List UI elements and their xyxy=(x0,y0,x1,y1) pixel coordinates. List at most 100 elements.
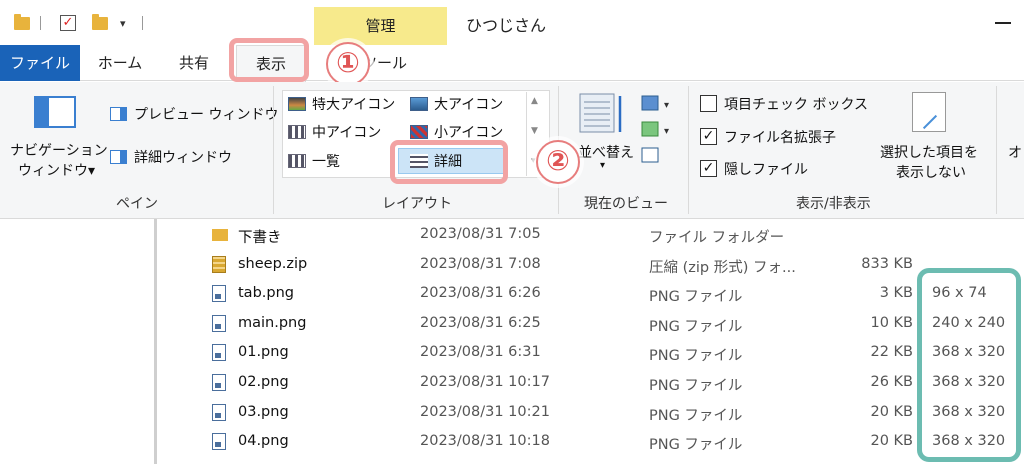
file-date: 2023/08/31 6:31 xyxy=(420,344,541,361)
context-tab-manage[interactable]: 管理 xyxy=(314,7,447,45)
tab-file[interactable]: ファイル xyxy=(0,45,80,81)
extra-large-icons-icon xyxy=(288,97,306,111)
group-label-show-hide: 表示/非表示 xyxy=(796,196,871,212)
group-label-pane: ペイン xyxy=(116,196,158,212)
hidden-items-checkbox[interactable]: ✓ xyxy=(700,160,717,177)
file-row[interactable]: 下書き 2023/08/31 7:05 ファイル フォルダー xyxy=(160,220,1024,250)
file-size: 22 KB xyxy=(870,344,913,361)
sort-by-icon[interactable] xyxy=(578,92,626,136)
group-divider xyxy=(688,86,689,214)
file-row[interactable]: 03.png 2023/08/31 10:21 PNG ファイル 20 KB 368 x… xyxy=(160,398,1024,428)
file-row[interactable]: tab.png 2023/08/31 6:26 PNG ファイル 3 KB 96 x 7… xyxy=(160,279,1024,309)
file-type: PNG ファイル xyxy=(649,289,743,306)
list-label: 一覧 xyxy=(312,154,340,170)
scroll-down-icon[interactable]: ▼ xyxy=(531,126,538,136)
file-date: 2023/08/31 6:26 xyxy=(420,285,541,302)
layout-small-icons[interactable]: 小アイコン xyxy=(410,122,503,142)
layout-large-icons[interactable]: 大アイコン xyxy=(410,94,503,114)
item-checkboxes-checkbox[interactable] xyxy=(700,95,717,112)
view-options-icons: ▾ ▾ xyxy=(641,95,669,163)
file-extensions-checkbox[interactable]: ✓ xyxy=(700,128,717,145)
details-pane-icon xyxy=(110,150,127,164)
small-icons-label: 小アイコン xyxy=(434,125,504,141)
layout-extra-large-icons[interactable]: 特大アイコン xyxy=(288,94,395,114)
large-icons-icon xyxy=(410,97,428,111)
file-size: 833 KB xyxy=(861,255,913,272)
svg-text:▾: ▾ xyxy=(664,126,669,137)
tab-share[interactable]: 共有 xyxy=(164,45,224,81)
add-columns-icon[interactable] xyxy=(641,121,659,137)
file-type: PNG ファイル xyxy=(649,318,743,335)
file-size: 26 KB xyxy=(870,374,913,390)
properties-check-icon[interactable]: ✓ xyxy=(60,12,76,34)
file-name: 01.png xyxy=(238,344,289,361)
group-by-icon[interactable] xyxy=(641,95,659,111)
details-pane-button[interactable]: 詳細ウィンドウ xyxy=(134,147,232,167)
size-columns-icon[interactable] xyxy=(641,147,659,163)
sort-dropdown-icon[interactable]: ▾ xyxy=(600,160,605,171)
file-row[interactable]: 02.png 2023/08/31 10:17 PNG ファイル 26 KB 368 x… xyxy=(160,368,1024,398)
file-date: 2023/08/31 10:18 xyxy=(420,433,550,450)
file-name: tab.png xyxy=(238,285,294,302)
separator xyxy=(40,12,41,34)
navigation-pane-edge[interactable] xyxy=(154,219,157,464)
small-icons-icon xyxy=(410,125,428,139)
hide-selected-label-1[interactable]: 選択した項目を xyxy=(880,142,978,162)
hide-selected-items-icon[interactable] xyxy=(912,92,946,132)
separator xyxy=(142,12,143,34)
file-row[interactable]: sheep.zip 2023/08/31 7:08 圧縮 (zip 形式) フォ..… xyxy=(160,250,1024,280)
extra-large-icons-label: 特大アイコン xyxy=(312,97,396,113)
item-checkboxes-label: 項目チェック ボックス xyxy=(724,97,869,113)
navigation-pane-label-2[interactable]: ウィンドウ▾ xyxy=(18,160,95,180)
png-icon xyxy=(212,285,226,303)
file-row[interactable]: main.png 2023/08/31 6:25 PNG ファイル 10 KB 240 … xyxy=(160,309,1024,339)
step1-badge: ① xyxy=(326,42,370,86)
file-row[interactable]: 01.png 2023/08/31 6:31 PNG ファイル 22 KB 368 x … xyxy=(160,338,1024,368)
file-type: PNG ファイル xyxy=(649,437,743,454)
ribbon-tabs: ファイル ホーム 共有 表示 ツール xyxy=(0,45,1024,82)
file-date: 2023/08/31 10:21 xyxy=(420,403,550,420)
png-icon xyxy=(212,344,226,362)
sort-by-button[interactable]: 並べ替え xyxy=(578,142,634,162)
file-date: 2023/08/31 7:08 xyxy=(420,255,541,272)
ribbon: ナビゲーション ウィンドウ▾ プレビュー ウィンドウ 詳細ウィンドウ ペイン 特… xyxy=(0,82,1024,219)
layout-list[interactable]: 一覧 xyxy=(288,151,340,171)
file-type: ファイル フォルダー xyxy=(649,230,785,246)
new-folder-icon[interactable] xyxy=(92,12,108,34)
file-name: 02.png xyxy=(238,374,289,390)
large-icons-label: 大アイコン xyxy=(434,97,504,113)
file-name: 03.png xyxy=(238,403,289,420)
layout-medium-icons[interactable]: 中アイコン xyxy=(288,122,381,142)
step2-badge: ② xyxy=(536,140,580,184)
navigation-pane-label-1[interactable]: ナビゲーション xyxy=(10,140,108,160)
customize-toolbar-dropdown-icon[interactable]: ▾ xyxy=(120,12,126,34)
folder-icon[interactable] xyxy=(14,12,30,34)
group-label-layout: レイアウト xyxy=(382,196,452,212)
medium-icons-label: 中アイコン xyxy=(312,125,382,141)
step2-highlight xyxy=(390,140,508,184)
navigation-pane-icon[interactable] xyxy=(34,96,76,128)
hide-selected-label-2[interactable]: 表示しない xyxy=(896,162,966,182)
hidden-items-label: 隠しファイル xyxy=(724,162,808,178)
title-bar: ✓ ▾ 管理 ひつじさん xyxy=(0,0,1024,45)
options-button-partial[interactable]: オ xyxy=(1008,142,1022,162)
file-type: PNG ファイル xyxy=(649,348,743,365)
file-row[interactable]: 04.png 2023/08/31 10:18 PNG ファイル 20 KB 368 x… xyxy=(160,427,1024,457)
minimize-icon[interactable] xyxy=(995,22,1011,24)
file-type: 圧縮 (zip 形式) フォ... xyxy=(649,259,796,276)
svg-text:▾: ▾ xyxy=(664,100,669,111)
group-divider xyxy=(273,86,274,214)
file-name: sheep.zip xyxy=(238,255,308,272)
file-type: PNG ファイル xyxy=(649,407,743,424)
scroll-up-icon[interactable]: ▲ xyxy=(531,96,538,106)
gallery-expand-icon[interactable]: ▾ xyxy=(531,156,536,166)
file-name: 下書き xyxy=(238,230,282,246)
file-date: 2023/08/31 6:25 xyxy=(420,314,541,331)
file-size: 20 KB xyxy=(870,403,913,420)
tab-home[interactable]: ホーム xyxy=(90,45,150,81)
file-size: 3 KB xyxy=(879,285,913,302)
folder-icon xyxy=(212,229,228,241)
file-date: 2023/08/31 10:17 xyxy=(420,374,550,390)
preview-pane-button[interactable]: プレビュー ウィンドウ xyxy=(134,104,278,124)
file-name: 04.png xyxy=(238,433,289,450)
